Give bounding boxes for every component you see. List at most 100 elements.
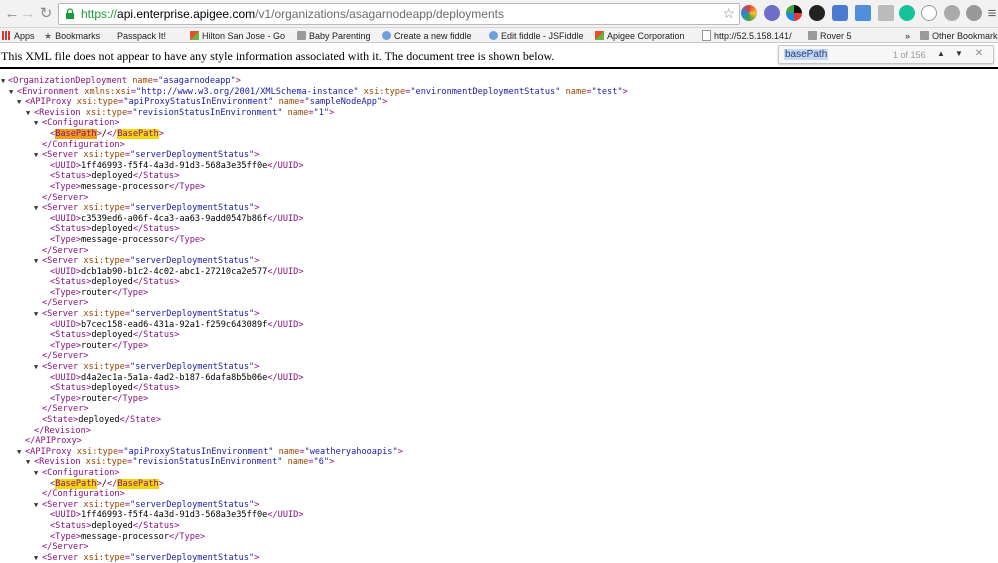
bookmark-baby-parenting[interactable]: Baby Parenting [297,29,371,42]
revision-name: 1 [318,107,324,118]
bookmark-edit-fiddle[interactable]: Edit fiddle - JSFiddle [489,29,584,42]
status-value: deployed [91,520,133,531]
collapse-triangle-icon[interactable]: ▼ [34,203,38,214]
find-highlight-current: BasePath [55,128,97,139]
revision-name: 6 [318,457,324,468]
find-previous-icon[interactable]: ▲ [935,47,947,61]
address-bar[interactable]: https://api.enterprise.apigee.com/v1/org… [58,3,740,25]
xml-line: </Server> [42,192,89,203]
xml-line: ▼ <Configuration> [34,118,120,129]
extension-blue-icon[interactable] [832,5,848,21]
bookmarks-overflow-button[interactable]: » [905,29,910,42]
type-value: message-processor [81,181,170,192]
collapse-triangle-icon[interactable]: ▼ [26,108,30,119]
uuid-value: b7cec158-ead6-431a-92a1-f259c643089f [81,319,268,330]
type-value: router [81,393,113,404]
cloud-icon [489,31,498,40]
xml-line: ▼ <Server xsi:type="serverDeploymentStatu… [34,552,260,563]
env-type: environmentDeploymentStatus [415,86,556,97]
org-name: asagarnodeapp [163,76,231,86]
bookmark-star-icon[interactable]: ☆ [722,5,735,22]
collapse-triangle-icon[interactable]: ▼ [34,362,38,373]
xml-line: ▼ <Revision xsi:type="revisionStatusInEnv… [26,107,335,119]
collapse-triangle-icon[interactable]: ▼ [34,500,38,511]
extension-globe-icon[interactable] [764,5,780,21]
bookmark-rover[interactable]: Rover 5 [808,29,852,42]
collapse-triangle-icon[interactable]: ▼ [34,309,38,320]
uuid-value: d4a2ec1a-5a1a-4ad2-b187-6dafa8b5b06e [81,372,268,383]
bookmark-hilton[interactable]: Hilton San Jose - Go [190,29,285,42]
xml-line: </Server> [42,298,89,309]
bookmark-label: Rover 5 [820,30,852,41]
bookmark-label: Create a new fiddle [394,30,472,41]
status-value: deployed [91,171,133,182]
xml-line: ▼ <Server xsi:type="serverDeploymentStatu… [34,256,260,267]
xml-line: <UUID>b7cec158-ead6-431a-92a1-f259c64308… [50,319,304,330]
reload-icon[interactable]: ↻ [36,3,56,23]
collapse-triangle-icon[interactable]: ▼ [17,447,21,458]
folder-icon [808,31,817,40]
xml-line: <Type>message-processor</Type> [50,234,206,245]
bookmark-other[interactable]: Other Bookmarks [920,29,998,42]
server-type: serverDeploymentStatus [135,256,250,267]
collapse-triangle-icon[interactable]: ▼ [34,150,38,161]
collapse-triangle-icon[interactable]: ▼ [34,553,38,563]
xml-line: ▼ <Configuration> [34,467,120,479]
bookmark-bookmarks[interactable]: ★ Bookmarks [44,29,100,42]
uuid-value: 1ff46993-f5f4-4a3d-91d3-568a3e35ff0e [81,160,268,171]
bookmark-label: Edit fiddle - JSFiddle [501,30,584,41]
page-icon [702,30,711,41]
extension-grammarly-icon[interactable] [899,5,915,21]
xml-line: <Type>router</Type> [50,340,149,351]
extension-facebook-icon[interactable] [944,5,960,21]
bookmark-passpack[interactable]: Passpack It! [117,29,166,42]
xml-line: </Configuration> [42,489,125,500]
find-input[interactable]: basePath [784,49,829,60]
extension-pinwheel-icon[interactable] [741,5,757,21]
proxy-type: apiProxyStatusInEnvironment [128,97,269,108]
status-value: deployed [91,383,133,394]
find-close-icon[interactable]: ✕ [973,47,985,61]
bookmark-apps[interactable]: Apps [2,29,35,42]
extension-grid-icon[interactable] [855,5,871,21]
extension-gray-icon[interactable] [966,5,982,21]
xml-line: <Status>deployed</Status> [50,277,180,288]
collapse-triangle-icon[interactable]: ▼ [17,97,21,108]
proxy-name: weatheryahooapis [309,446,393,457]
collapse-triangle-icon[interactable]: ▼ [1,76,5,87]
menu-icon[interactable]: ≡ [982,3,998,23]
xml-line: <UUID>1ff46993-f5f4-4a3d-91d3-568a3e35ff… [50,510,304,521]
url-host: api.enterprise.apigee.com [117,7,256,21]
extension-circle-icon[interactable] [921,5,937,21]
xml-line: ▼ <OrganizationDeployment name="asagarnod… [1,76,241,87]
find-match-count: 1 of 156 [893,49,926,60]
xml-line: <Status>deployed</Status> [50,330,180,341]
find-highlight: BasePath [117,128,159,139]
xml-line: <Type>router</Type> [50,393,149,404]
revision-type: revisionStatusInEnvironment [137,107,278,118]
collapse-triangle-icon[interactable]: ▼ [34,256,38,267]
xml-line: ▼ <Server xsi:type="serverDeploymentStatu… [34,309,260,320]
xml-line: </Configuration> [42,139,125,150]
folder-icon [920,31,929,40]
extension-dark-icon[interactable] [809,5,825,21]
xml-line: </Server> [42,245,89,256]
collapse-triangle-icon[interactable]: ▼ [9,87,13,98]
server-type: serverDeploymentStatus [135,362,250,373]
find-next-icon[interactable]: ▼ [953,47,965,61]
bookmark-apigee[interactable]: Apigee Corporation [595,29,685,42]
forward-icon[interactable]: → [18,3,38,23]
extension-box-icon[interactable] [878,5,894,21]
xml-line: </Server> [42,404,89,415]
collapse-triangle-icon[interactable]: ▼ [34,468,38,479]
bookmark-ip[interactable]: http://52.5.158.141/ [702,29,792,42]
bookmarks-bar: Apps ★ Bookmarks Passpack It! Hilton San … [0,28,998,43]
apigee-logo-icon [595,31,604,40]
xml-line: </Server> [42,542,89,553]
xml-line: </Revision> [34,425,91,436]
collapse-triangle-icon[interactable]: ▼ [26,457,30,468]
extension-color-icon[interactable] [786,5,802,21]
xml-info-message: This XML file does not appear to have an… [1,49,555,63]
collapse-triangle-icon[interactable]: ▼ [34,118,38,129]
bookmark-create-fiddle[interactable]: Create a new fiddle [382,29,472,42]
